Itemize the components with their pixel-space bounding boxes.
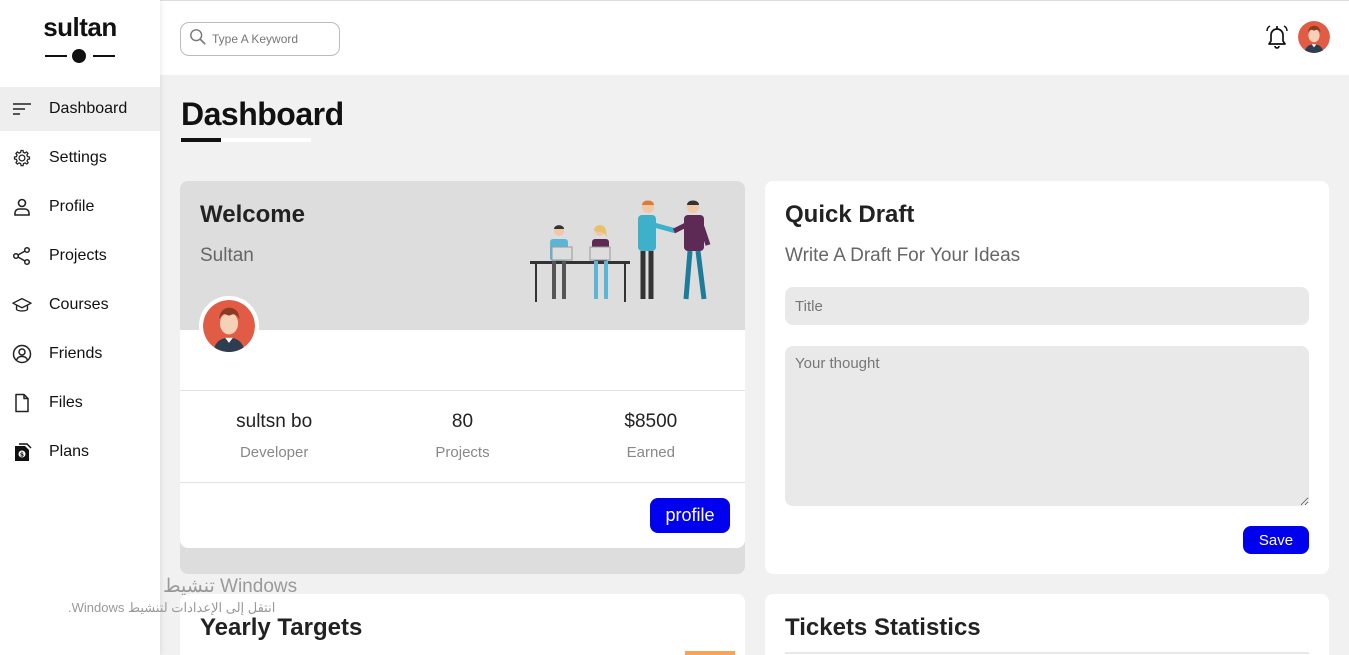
user-circle-icon [11,343,33,365]
sidebar-item-label: Friends [49,345,103,362]
sidebar-item-courses[interactable]: Courses [0,283,160,327]
windows-activation-hint: انتقل إلى الإعدادات لتنشيط Windows. [68,600,276,615]
quick-draft-subtitle: Write A Draft For Your Ideas [785,245,1021,266]
brand-mark-icon [45,48,115,64]
sidebar-item-label: Projects [49,247,107,264]
bell-icon[interactable] [1264,23,1290,51]
draft-thought-textarea[interactable] [785,346,1309,506]
search-input[interactable] [212,32,322,46]
tickets-statistics-title: Tickets Statistics [785,614,981,641]
stat-label: Projects [435,444,490,461]
file-icon [11,392,33,414]
sidebar-item-label: Courses [49,296,109,313]
draft-title-input[interactable] [785,287,1309,325]
title-underline [181,138,311,142]
yearly-targets-title: Yearly Targets [200,614,363,641]
quick-draft-title: Quick Draft [785,201,915,228]
sidebar-item-plans[interactable]: $ Plans [0,430,160,474]
sidebar-item-label: Settings [49,149,107,166]
sidebar-item-label: Dashboard [49,100,128,117]
sidebar-item-projects[interactable]: Projects [0,234,160,278]
stat-value: sultsn bo [236,411,313,432]
sidebar: sultan Dashboard Settings Profile Projec… [0,0,160,655]
save-button[interactable]: Save [1243,526,1309,554]
welcome-name: Sultan [200,245,254,266]
welcome-body: sultsn bo Developer 80 Projects $8500 Ea… [180,330,745,548]
sidebar-item-dashboard[interactable]: Dashboard [0,87,160,131]
stat-label: Earned [626,444,675,461]
gear-icon [11,147,33,169]
sidebar-item-settings[interactable]: Settings [0,136,160,180]
share-nodes-icon [11,245,33,267]
target-progress-bar [685,651,735,655]
sidebar-item-label: Profile [49,198,95,215]
stat-value: $8500 [624,411,678,432]
menu-lines-icon [11,98,33,120]
stat-earned: $8500 Earned [557,391,745,482]
sidebar-item-label: Files [49,394,83,411]
brand-logo-text: sultan [43,12,117,42]
stat-projects: 80 Projects [368,391,556,482]
stat-developer: sultsn bo Developer [180,391,368,482]
sidebar-item-profile[interactable]: Profile [0,185,160,229]
avatar[interactable] [1298,21,1330,53]
welcome-stats: sultsn bo Developer 80 Projects $8500 Ea… [180,390,745,483]
welcome-title: Welcome [200,201,305,228]
page-title: Dashboard [181,96,344,132]
dollar-file-icon: $ [11,441,33,463]
profile-button[interactable]: profile [650,498,730,533]
search-icon [189,28,212,51]
welcome-avatar [199,296,259,356]
top-header [160,0,1349,75]
graduation-cap-icon [11,294,33,316]
stat-label: Developer [239,444,309,461]
team-meeting-illustration [530,199,730,304]
windows-activation-watermark: تنشيط Windows [163,576,298,597]
sidebar-item-label: Plans [49,443,90,460]
svg-text:$: $ [20,452,24,459]
ticket-divider [785,652,1309,654]
quick-draft-card: Quick Draft Write A Draft For Your Ideas… [765,181,1329,574]
sidebar-nav: Dashboard Settings Profile Projects Cour… [0,87,160,479]
search-box[interactable] [180,22,340,56]
sidebar-item-files[interactable]: Files [0,381,160,425]
sidebar-item-friends[interactable]: Friends [0,332,160,376]
user-icon [11,196,33,218]
welcome-card: Welcome Sultan sultsn bo Developer 80 Pr… [180,181,745,574]
tickets-statistics-card: Tickets Statistics [765,594,1329,655]
stat-value: 80 [451,411,474,432]
